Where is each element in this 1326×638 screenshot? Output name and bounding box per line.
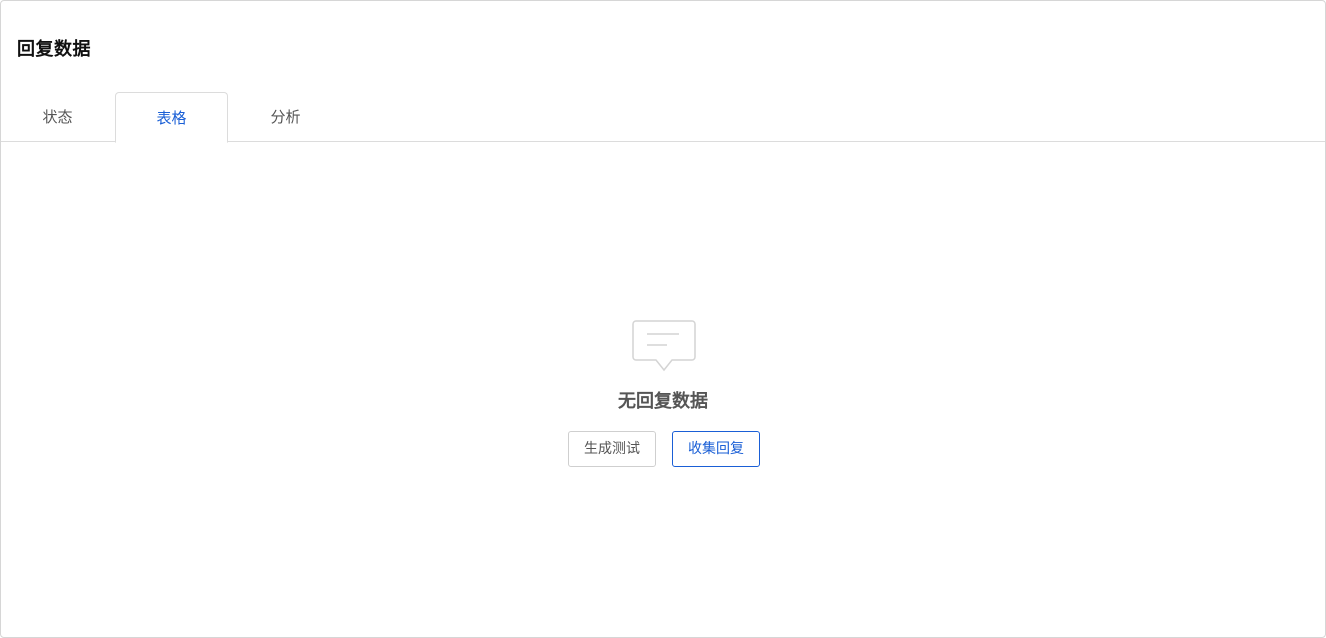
empty-state-title: 无回复数据 (618, 391, 708, 412)
tab-analysis[interactable]: 分析 (229, 92, 342, 142)
message-bubble-icon (632, 319, 696, 375)
collect-responses-button[interactable]: 收集回复 (672, 431, 760, 467)
page-title: 回复数据 (17, 39, 91, 60)
response-data-panel: 回复数据 状态 表格 分析 无回复数据 生成测试 收集回复 (0, 0, 1326, 638)
tab-status[interactable]: 状态 (1, 92, 114, 142)
tab-table[interactable]: 表格 (115, 92, 228, 143)
generate-test-button[interactable]: 生成测试 (568, 431, 656, 467)
tab-bar: 状态 表格 分析 (1, 92, 1325, 143)
